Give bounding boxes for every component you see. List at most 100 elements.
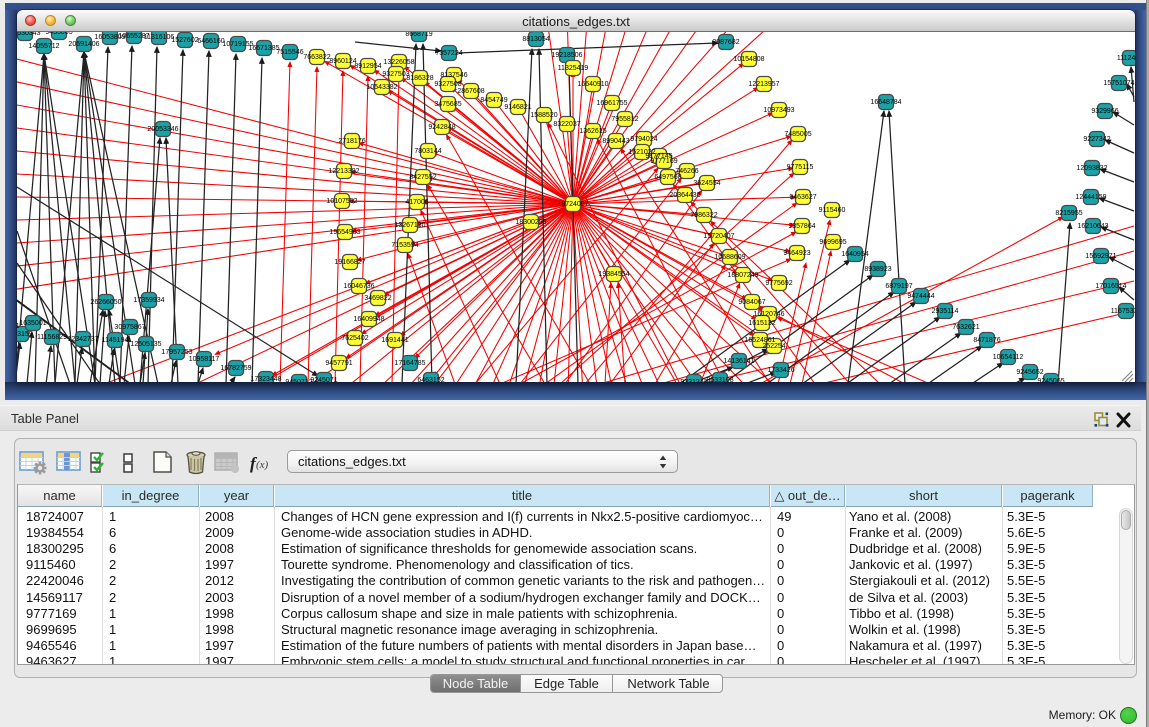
svg-text:12342737: 12342737 xyxy=(67,336,98,343)
svg-text:16782759: 16782759 xyxy=(220,365,251,372)
svg-text:7803144: 7803144 xyxy=(414,148,441,155)
svg-text:12213382: 12213382 xyxy=(328,168,359,175)
svg-text:8454749: 8454749 xyxy=(480,97,507,104)
svg-text:9327508: 9327508 xyxy=(434,81,461,88)
svg-text:1527602: 1527602 xyxy=(171,37,198,44)
svg-text:20364436: 20364436 xyxy=(669,192,700,199)
svg-text:9329966: 9329966 xyxy=(1091,108,1118,115)
svg-text:9794024: 9794024 xyxy=(630,136,657,143)
svg-text:9084067: 9084067 xyxy=(738,299,765,306)
svg-text:18724007: 18724007 xyxy=(557,201,588,208)
svg-text:7625402: 7625402 xyxy=(341,335,368,342)
svg-text:7663822: 7663822 xyxy=(303,54,330,61)
svg-text:9435005: 9435005 xyxy=(45,32,72,36)
svg-text:10958117: 10958117 xyxy=(189,356,220,363)
svg-text:10543382: 10543382 xyxy=(366,84,397,91)
svg-text:19218506: 19218506 xyxy=(551,52,582,59)
svg-text:19654983: 19654983 xyxy=(329,229,360,236)
svg-text:6497568: 6497568 xyxy=(654,174,681,181)
svg-text:13267130: 13267130 xyxy=(394,222,425,229)
svg-text:3475685: 3475685 xyxy=(434,101,461,108)
svg-text:18300295: 18300295 xyxy=(515,219,546,226)
svg-text:16648784: 16648784 xyxy=(870,99,901,106)
svg-text:8137546: 8137546 xyxy=(440,72,467,79)
svg-text:18807249: 18807249 xyxy=(727,272,758,279)
svg-text:9227342: 9227342 xyxy=(1083,136,1110,143)
svg-text:9777169: 9777169 xyxy=(650,158,677,165)
svg-text:16210643: 16210643 xyxy=(1077,223,1108,230)
svg-text:2087682: 2087682 xyxy=(712,39,739,46)
svg-text:16671385: 16671385 xyxy=(248,45,279,52)
svg-text:10688609: 10688609 xyxy=(714,254,745,261)
svg-text:8633108: 8633108 xyxy=(706,377,733,382)
svg-text:30975867: 30975867 xyxy=(114,324,145,331)
svg-text:10973493: 10973493 xyxy=(763,107,794,114)
svg-text:16120746: 16120746 xyxy=(753,311,784,318)
svg-text:8471876: 8471876 xyxy=(973,337,1000,344)
svg-text:11156829: 11156829 xyxy=(37,334,67,341)
svg-text:417006: 417006 xyxy=(405,199,428,206)
svg-text:10654112: 10654112 xyxy=(993,354,1024,361)
svg-text:7515546: 7515546 xyxy=(276,49,303,56)
svg-text:8186328: 8186328 xyxy=(406,75,433,82)
svg-text:8813054: 8813054 xyxy=(522,36,549,43)
svg-text:15720407: 15720407 xyxy=(703,233,734,240)
svg-text:9245652: 9245652 xyxy=(1016,369,1043,376)
svg-text:9775115: 9775115 xyxy=(787,164,814,171)
svg-text:26266050: 26266050 xyxy=(90,299,121,306)
svg-text:9450712: 9450712 xyxy=(285,379,312,382)
svg-text:252254: 252254 xyxy=(762,343,785,350)
svg-text:3469822: 3469822 xyxy=(364,295,391,302)
svg-text:9115460: 9115460 xyxy=(819,207,846,214)
svg-text:7153594: 7153594 xyxy=(391,242,418,249)
svg-text:17359934: 17359934 xyxy=(133,297,164,304)
svg-text:9242848: 9242848 xyxy=(428,124,455,131)
svg-text:10154808: 10154808 xyxy=(733,56,764,63)
svg-text:19166827: 19166827 xyxy=(334,259,365,266)
svg-text:9775692: 9775692 xyxy=(765,280,792,287)
svg-text:1145194: 1145194 xyxy=(102,337,129,344)
svg-text:8668719: 8668719 xyxy=(405,32,432,38)
svg-text:9464923: 9464923 xyxy=(783,250,810,257)
svg-text:1362615: 1362615 xyxy=(579,128,606,135)
svg-text:2867608: 2867608 xyxy=(457,88,484,95)
svg-text:9474444: 9474444 xyxy=(907,293,934,300)
svg-text:9146821: 9146821 xyxy=(504,104,531,111)
svg-text:6879197: 6879197 xyxy=(885,283,912,290)
svg-text:1640954: 1640954 xyxy=(841,251,868,258)
svg-text:9463627: 9463627 xyxy=(789,194,816,201)
svg-text:8990443: 8990443 xyxy=(602,138,629,145)
svg-text:7357224: 7357224 xyxy=(435,50,462,57)
svg-text:3624554: 3624554 xyxy=(693,180,720,187)
svg-text:9699695: 9699695 xyxy=(819,239,846,246)
svg-text:9245071: 9245071 xyxy=(310,377,337,382)
svg-text:393159: 393159 xyxy=(17,331,33,338)
svg-text:15751074: 15751074 xyxy=(1103,80,1134,87)
svg-text:14136141: 14136141 xyxy=(723,358,754,365)
svg-text:19384554: 19384554 xyxy=(598,271,629,278)
svg-text:17164785: 17164785 xyxy=(394,360,425,367)
svg-text:16640910: 16640910 xyxy=(577,81,608,88)
svg-text:6463152: 6463152 xyxy=(417,377,444,382)
svg-text:12444159: 12444159 xyxy=(1075,194,1106,201)
svg-text:1691441: 1691441 xyxy=(381,337,408,344)
svg-text:16046736: 16046736 xyxy=(343,283,374,290)
svg-text:8322037: 8322037 xyxy=(553,121,580,128)
svg-text:12093832: 12093832 xyxy=(1076,165,1107,172)
svg-text:12505135: 12505135 xyxy=(130,341,161,348)
svg-text:(x): (x) xyxy=(256,459,269,471)
svg-text:1635001: 1635001 xyxy=(19,320,46,327)
svg-text:11325419: 11325419 xyxy=(558,65,589,72)
svg-text:8938923: 8938923 xyxy=(864,266,891,273)
svg-text:6466160: 6466160 xyxy=(197,38,224,45)
svg-text:11675331: 11675331 xyxy=(1111,308,1135,315)
svg-text:20691406: 20691406 xyxy=(68,41,99,48)
svg-text:9245065: 9245065 xyxy=(1037,378,1064,382)
svg-text:10107552: 10107552 xyxy=(326,198,357,205)
svg-text:15692971: 15692971 xyxy=(1085,253,1116,260)
svg-text:14055712: 14055712 xyxy=(28,43,59,50)
svg-text:20053346: 20053346 xyxy=(147,126,178,133)
svg-text:7632621: 7632621 xyxy=(952,324,979,331)
svg-text:7955812: 7955812 xyxy=(611,116,638,123)
svg-text:8960124: 8960124 xyxy=(329,58,356,65)
